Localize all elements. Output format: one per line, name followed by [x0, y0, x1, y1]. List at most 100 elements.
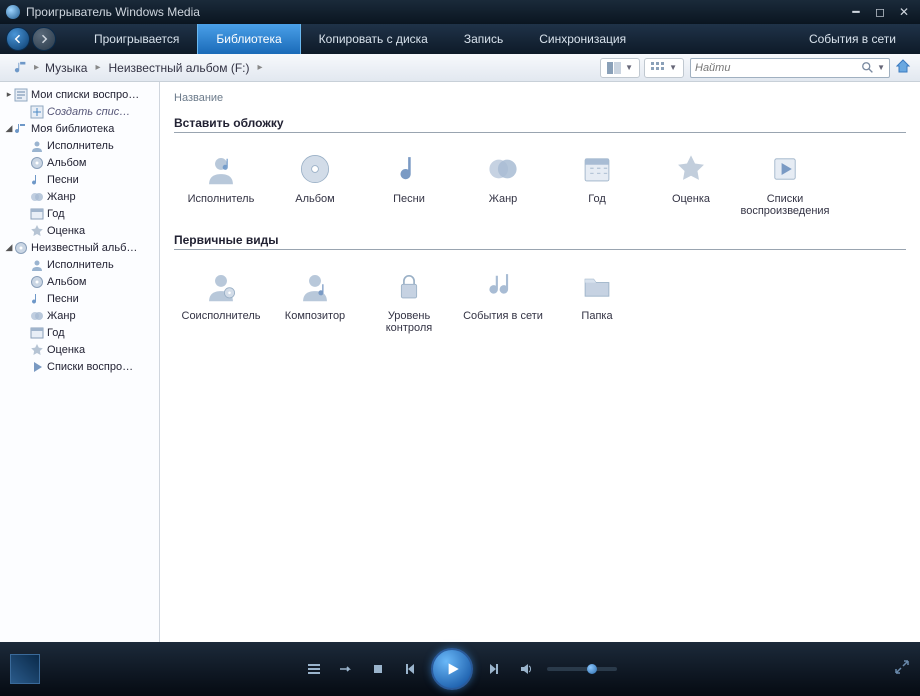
tab-library[interactable]: Библиотека: [197, 24, 300, 54]
mute-button[interactable]: [515, 658, 537, 680]
genre-icon: [30, 190, 44, 204]
tree-alb-album[interactable]: Альбом: [0, 273, 159, 290]
item-playlists[interactable]: Списки воспроизведения: [738, 147, 832, 227]
close-button[interactable]: ✕: [894, 5, 914, 19]
play-button[interactable]: [431, 648, 473, 690]
tree-label: Исполнитель: [47, 140, 114, 152]
forward-button[interactable]: [32, 27, 56, 51]
artist-icon: [30, 139, 44, 153]
item-folder[interactable]: Папка: [550, 264, 644, 344]
item-songs[interactable]: Песни: [362, 147, 456, 227]
item-online[interactable]: События в сети: [456, 264, 550, 344]
main-area: ▸ Мои списки воспро… Создать спис… ◢ Моя…: [0, 82, 920, 642]
tree-library[interactable]: ◢ Моя библиотека: [0, 120, 159, 137]
now-playing-thumb[interactable]: [10, 654, 40, 684]
window-title: Проигрыватель Windows Media: [26, 5, 200, 19]
prev-button[interactable]: [399, 658, 421, 680]
tab-now-playing[interactable]: Проигрывается: [76, 24, 197, 54]
item-label: Исполнитель: [188, 193, 255, 205]
tree-lib-album[interactable]: Альбом: [0, 154, 159, 171]
calendar-icon: [30, 207, 44, 221]
fullscreen-button[interactable]: [894, 659, 910, 680]
item-album[interactable]: Альбом: [268, 147, 362, 227]
item-coartist[interactable]: Соисполнитель: [174, 264, 268, 344]
tree-lib-year[interactable]: Год: [0, 205, 159, 222]
layout-options-button[interactable]: ▼: [600, 58, 640, 78]
album-icon: [30, 156, 44, 170]
tree-label: Год: [47, 327, 65, 339]
tree-label: Списки воспро…: [47, 361, 133, 373]
playlist-icon: [14, 88, 28, 102]
tab-burn[interactable]: Запись: [446, 24, 521, 54]
sidebar: ▸ Мои списки воспро… Создать спис… ◢ Моя…: [0, 82, 160, 642]
tree-lib-genre[interactable]: Жанр: [0, 188, 159, 205]
tree-lib-songs[interactable]: Песни: [0, 171, 159, 188]
item-genre[interactable]: Жанр: [456, 147, 550, 227]
playlist-button[interactable]: [303, 658, 325, 680]
tree-alb-playlists[interactable]: Списки воспро…: [0, 358, 159, 375]
tab-online-stores[interactable]: События в сети: [791, 24, 914, 54]
tree-alb-rating[interactable]: Оценка: [0, 341, 159, 358]
tree-alb-artist[interactable]: Исполнитель: [0, 256, 159, 273]
item-label: Соисполнитель: [182, 310, 261, 322]
search-icon[interactable]: [861, 61, 875, 75]
tree-album-unknown[interactable]: ◢ Неизвестный альб…: [0, 239, 159, 256]
item-label: Альбом: [295, 193, 334, 205]
help-button[interactable]: [896, 58, 912, 77]
content-area: Название Вставить обложку Исполнитель Ал…: [160, 82, 920, 642]
calendar-icon: [30, 326, 44, 340]
tree-lib-rating[interactable]: Оценка: [0, 222, 159, 239]
tree-label: Исполнитель: [47, 259, 114, 271]
tree-label: Жанр: [47, 310, 76, 322]
tree-create-playlist[interactable]: Создать спис…: [0, 103, 159, 120]
disc-icon: [14, 241, 28, 255]
breadcrumb-root[interactable]: ▸ Музыка: [8, 59, 93, 77]
icon-row-1: Исполнитель Альбом Песни Жанр Год Оценка: [174, 147, 906, 227]
view-options-button[interactable]: ▼: [644, 58, 684, 78]
album-art-icon: [10, 654, 40, 684]
coartist-icon: [203, 268, 239, 304]
section-title-insert-cover: Вставить обложку: [174, 116, 906, 133]
tree-label: Оценка: [47, 225, 85, 237]
search-input[interactable]: [695, 62, 861, 74]
item-rating[interactable]: Оценка: [644, 147, 738, 227]
collapse-icon[interactable]: ◢: [4, 242, 14, 253]
collapse-icon[interactable]: ◢: [4, 123, 14, 134]
lock-icon: [391, 268, 427, 304]
column-header[interactable]: Название: [174, 90, 906, 110]
back-button[interactable]: [6, 27, 30, 51]
songs-icon: [391, 151, 427, 187]
maximize-button[interactable]: ◻: [870, 5, 890, 19]
tree-playlists[interactable]: ▸ Мои списки воспро…: [0, 86, 159, 103]
songs-icon: [30, 292, 44, 306]
tree-alb-genre[interactable]: Жанр: [0, 307, 159, 324]
tree-lib-artist[interactable]: Исполнитель: [0, 137, 159, 154]
chevron-down-icon: ▼: [669, 63, 677, 72]
breadcrumb-node[interactable]: Неизвестный альбом (F:): [103, 59, 256, 77]
tab-sync[interactable]: Синхронизация: [521, 24, 644, 54]
tree-alb-year[interactable]: Год: [0, 324, 159, 341]
tab-rip[interactable]: Копировать с диска: [301, 24, 446, 54]
tree-label: Песни: [47, 174, 79, 186]
item-year[interactable]: Год: [550, 147, 644, 227]
tree-label: Мои списки воспро…: [31, 89, 139, 101]
item-control[interactable]: Уровень контроля: [362, 264, 456, 344]
minimize-button[interactable]: ━: [846, 5, 866, 19]
shuffle-button[interactable]: [335, 658, 357, 680]
item-composer[interactable]: Композитор: [268, 264, 362, 344]
chevron-down-icon[interactable]: ▼: [877, 63, 885, 72]
item-artist[interactable]: Исполнитель: [174, 147, 268, 227]
icon-row-2: Соисполнитель Композитор Уровень контрол…: [174, 264, 906, 344]
play-icon: [30, 360, 44, 374]
tree-alb-songs[interactable]: Песни: [0, 290, 159, 307]
stop-button[interactable]: [367, 658, 389, 680]
expand-icon[interactable]: ▸: [4, 89, 14, 100]
volume-slider[interactable]: [547, 667, 617, 671]
tree-label: Неизвестный альб…: [31, 242, 137, 254]
item-label: Папка: [581, 310, 612, 322]
album-icon: [30, 275, 44, 289]
volume-thumb[interactable]: [587, 664, 597, 674]
search-box[interactable]: ▼: [690, 58, 890, 78]
item-label: Композитор: [285, 310, 345, 322]
next-button[interactable]: [483, 658, 505, 680]
